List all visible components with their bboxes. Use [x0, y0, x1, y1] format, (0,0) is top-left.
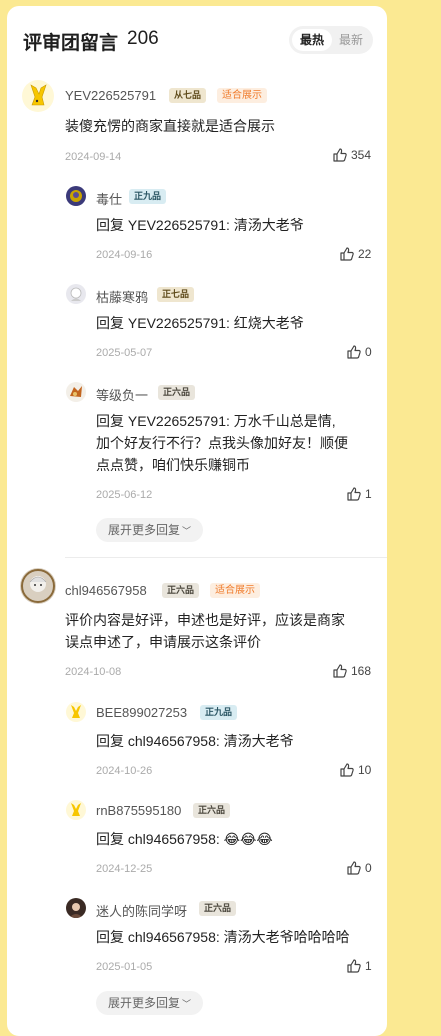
username[interactable]: YEV226525791 [65, 88, 156, 103]
expand-label: 展开更多回复 [108, 523, 181, 537]
thumbs-up-icon [333, 664, 347, 678]
like-button[interactable]: 0 [346, 344, 372, 362]
like-button[interactable]: 1 [346, 958, 372, 976]
like-count: 168 [351, 664, 372, 678]
rank-badge: 从七品 [169, 88, 207, 103]
username[interactable]: chl946567958 [65, 583, 147, 598]
avatar[interactable] [22, 80, 54, 112]
rank-badge: 正六品 [193, 803, 231, 818]
comments-panel: 评审团留言 206 最热 最新 YEV226525791 从七品 适合展示 装傻… [7, 6, 387, 1036]
character-avatar-icon [70, 190, 82, 202]
like-count: 354 [351, 148, 372, 162]
rank-badge: 正六品 [158, 385, 196, 400]
like-button[interactable]: 10 [339, 762, 371, 780]
reply-date: 2024-12-25 [96, 863, 153, 875]
username[interactable]: 毒仕 [96, 189, 122, 208]
like-count: 10 [358, 763, 372, 777]
like-count: 0 [365, 345, 372, 359]
avatar[interactable] [66, 898, 86, 918]
reply-date: 2024-09-16 [96, 249, 153, 261]
panel-header: 评审团留言 206 最热 最新 [23, 26, 373, 56]
yellow-character-icon [71, 803, 81, 816]
yellow-character-icon [30, 84, 47, 106]
like-button[interactable]: 168 [332, 663, 371, 681]
comment-text-line: 评价内容是好评，申述也是好评，应该是商家 [65, 612, 345, 628]
divider [65, 557, 387, 558]
avatar[interactable] [66, 702, 86, 722]
thumbs-up-icon [333, 148, 347, 162]
username[interactable]: BEE899027253 [96, 705, 187, 720]
character-avatar-icon [70, 386, 82, 397]
like-count: 1 [365, 487, 372, 501]
reply-text-line: 回复 YEV226525791: 万水千山总是情, [96, 413, 336, 429]
rank-badge: 正六品 [199, 901, 237, 916]
reply-text: 回复 YEV226525791: 清汤大老爷 [96, 217, 304, 233]
reply-date: 2024-10-26 [96, 765, 153, 777]
reply-text: 回复 chl946567958: 清汤大老爷 [96, 733, 294, 749]
panel-title: 评审团留言 [23, 33, 119, 54]
status-badge: 适合展示 [217, 88, 267, 103]
thumbs-up-icon [347, 487, 361, 501]
sort-new-button[interactable]: 最新 [331, 29, 371, 51]
username[interactable]: rnB875595180 [96, 803, 181, 818]
reply-text: 回复 chl946567958: 清汤大老爷哈哈哈哈 [96, 929, 350, 945]
username[interactable]: 等级负一 [96, 385, 148, 404]
username[interactable]: 枯藤寒鸦 [96, 287, 148, 306]
rank-badge: 正九品 [129, 189, 167, 204]
status-badge: 适合展示 [210, 583, 260, 598]
thumbs-up-icon [340, 763, 354, 777]
chevron-down-icon: ﹀ [182, 526, 192, 536]
comment-date: 2024-10-08 [65, 666, 122, 678]
avatar[interactable] [66, 186, 86, 206]
thumbs-up-icon [347, 959, 361, 973]
reply-date: 2025-05-07 [96, 347, 153, 359]
reply-date: 2025-01-05 [96, 961, 153, 973]
like-count: 0 [365, 861, 372, 875]
like-button[interactable]: 354 [332, 147, 371, 165]
reply-text-line: 加个好友行不行？点我头像加好友！顺便 [96, 435, 348, 451]
sort-toggle: 最热 最新 [289, 26, 373, 54]
like-count: 1 [365, 959, 372, 973]
character-avatar-icon [70, 287, 82, 301]
thumbs-up-icon [347, 345, 361, 359]
rank-badge: 正七品 [157, 287, 195, 302]
reply-text: 回复 YEV226525791: 红烧大老爷 [96, 315, 304, 331]
chevron-down-icon: ﹀ [182, 999, 192, 1009]
like-button[interactable]: 0 [346, 860, 372, 878]
avatar[interactable] [66, 284, 86, 304]
avatar[interactable] [20, 568, 56, 604]
rank-badge: 正六品 [162, 583, 200, 598]
comment-date: 2024-09-14 [65, 151, 122, 163]
expand-replies-button[interactable]: 展开更多回复 ﹀ [96, 991, 204, 1015]
avatar[interactable] [66, 800, 86, 820]
comment-count: 206 [127, 28, 159, 49]
comment-text: 装傻充愣的商家直接就是适合展示 [65, 118, 275, 134]
thumbs-up-icon [340, 247, 354, 261]
sort-hot-button[interactable]: 最热 [292, 29, 333, 51]
person-avatar-icon [69, 903, 83, 918]
character-avatar-icon [21, 569, 55, 603]
like-count: 22 [358, 247, 372, 261]
reply-text: 回复 chl946567958: 😂😂😂 [96, 831, 273, 847]
like-button[interactable]: 22 [339, 246, 371, 264]
like-button[interactable]: 1 [346, 486, 372, 504]
comment-text-line: 误点申述了，申请展示这条评价 [65, 634, 261, 650]
avatar[interactable] [66, 382, 86, 402]
yellow-character-icon [71, 705, 81, 718]
username[interactable]: 迷人的陈同学呀 [96, 901, 187, 920]
thumbs-up-icon [347, 861, 361, 875]
expand-replies-button[interactable]: 展开更多回复 ﹀ [96, 518, 204, 542]
expand-label: 展开更多回复 [108, 996, 181, 1010]
reply-date: 2025-06-12 [96, 489, 153, 501]
rank-badge: 正九品 [200, 705, 238, 720]
reply-text-line: 点点赞，咱们快乐赚铜币 [96, 457, 250, 473]
